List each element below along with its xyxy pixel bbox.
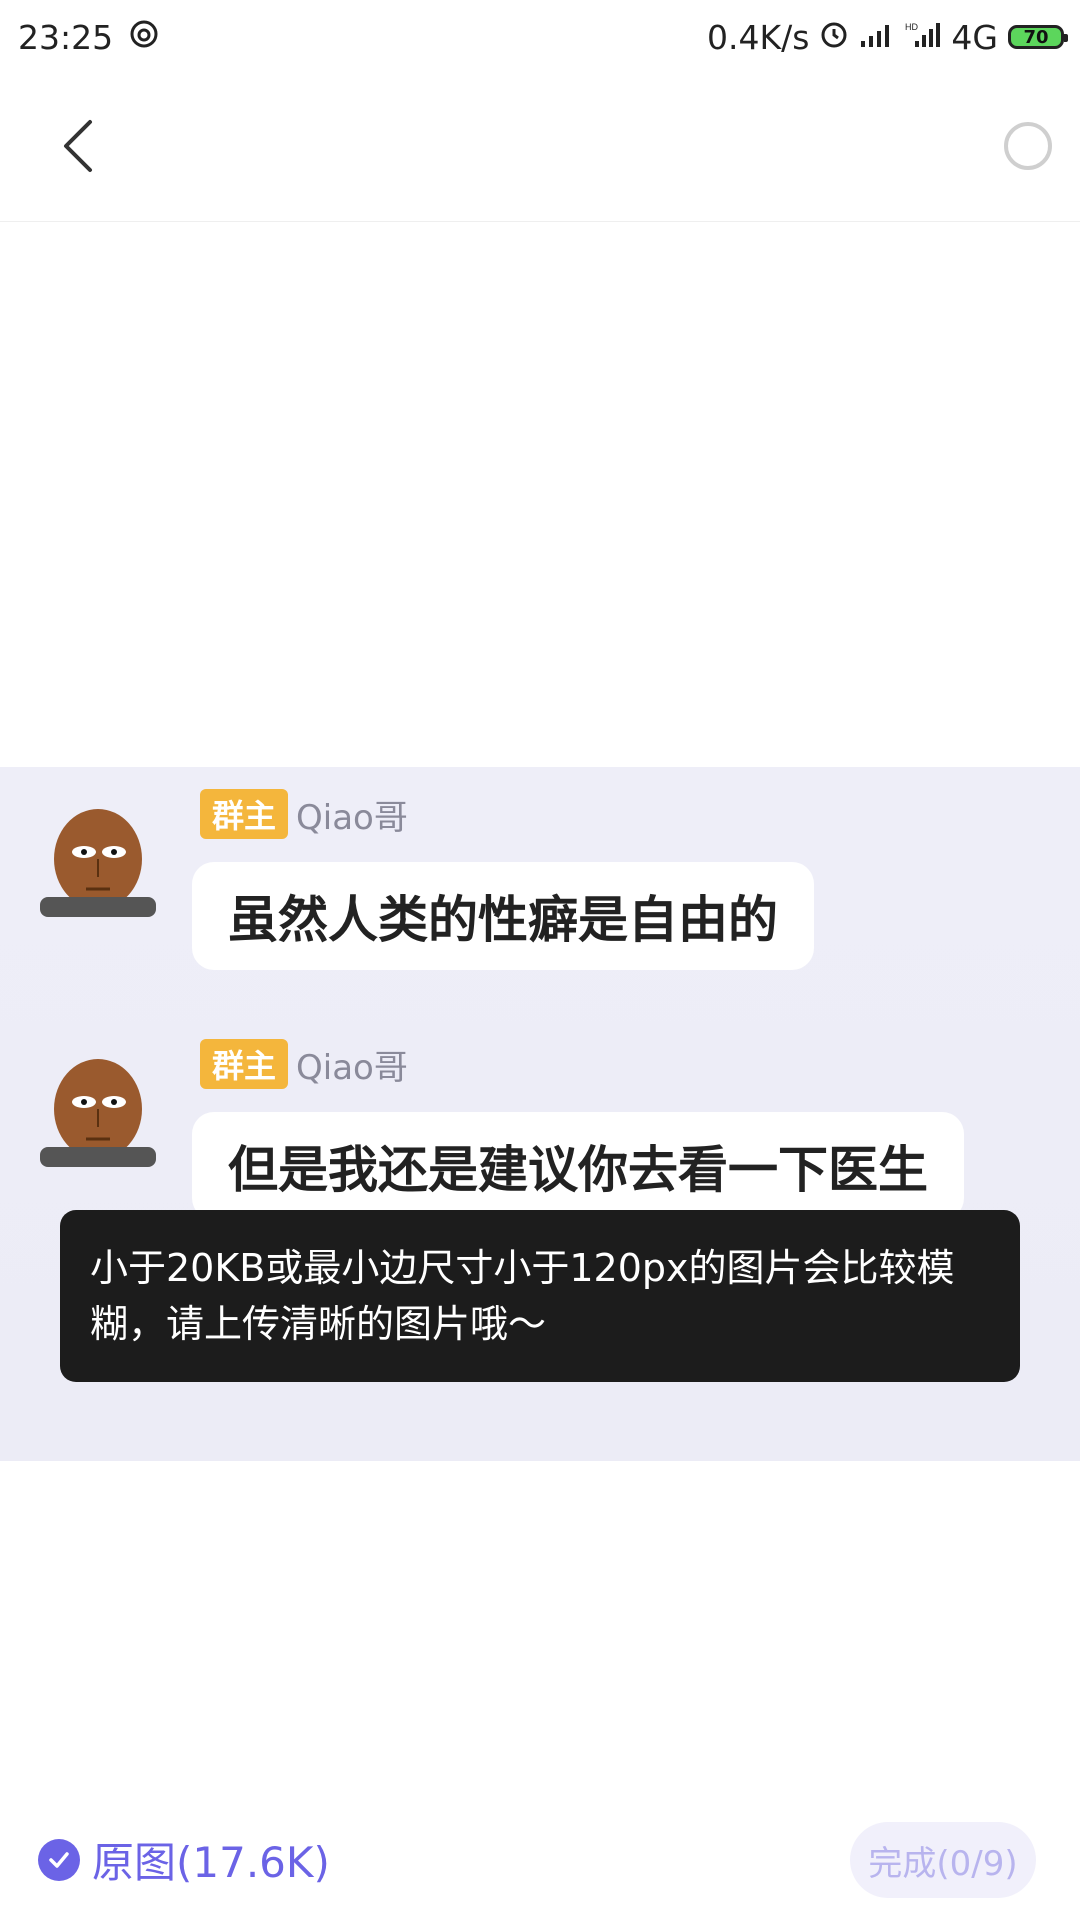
- done-button[interactable]: 完成(0/9): [850, 1822, 1036, 1898]
- select-image-checkbox[interactable]: [1004, 122, 1052, 170]
- net-speed: 0.4K/s: [706, 17, 810, 57]
- back-button[interactable]: [42, 112, 114, 184]
- signal-icon: [859, 18, 895, 57]
- owner-badge: 群主: [200, 1039, 289, 1089]
- bottom-bar: 原图(17.6K) 完成(0/9): [0, 1802, 1080, 1920]
- chevron-left-icon: [58, 116, 98, 180]
- message-bubble: 但是我还是建议你去看一下医生: [192, 1112, 964, 1220]
- battery-icon: 70: [1008, 25, 1068, 49]
- header: [0, 74, 1080, 222]
- chat-message: 群主 Qiao哥 虽然人类的性癖是自由的: [0, 767, 1080, 1017]
- status-left: 23:25: [18, 18, 159, 57]
- sender-name: Qiao哥: [296, 1047, 408, 1088]
- status-bar: 23:25 0.4K/s HD 4G 70: [0, 0, 1080, 74]
- netease-music-icon: [129, 18, 159, 57]
- network-type: 4G: [951, 17, 998, 57]
- status-time: 23:25: [18, 17, 114, 57]
- warning-toast: 小于20KB或最小边尺寸小于120px的图片会比较模糊，请上传清晰的图片哦～: [60, 1210, 1020, 1382]
- original-image-label: 原图(17.6K): [92, 1838, 330, 1887]
- status-right: 0.4K/s HD 4G 70: [706, 17, 1068, 57]
- original-image-toggle[interactable]: 原图(17.6K): [38, 1829, 330, 1890]
- sender-line: 群主 Qiao哥: [200, 789, 408, 839]
- sender-line: 群主 Qiao哥: [200, 1039, 408, 1089]
- avatar: [36, 797, 160, 917]
- owner-badge: 群主: [200, 789, 289, 839]
- svg-text:HD: HD: [905, 22, 918, 32]
- hd-signal-icon: HD: [905, 18, 941, 57]
- image-preview: 群主 Qiao哥 虽然人类的性癖是自由的 群主 Qiao哥 但是我还是建议你去看…: [0, 222, 1080, 1802]
- alarm-icon: [819, 18, 849, 57]
- message-bubble: 虽然人类的性癖是自由的: [192, 862, 814, 970]
- avatar: [36, 1047, 160, 1167]
- sender-name: Qiao哥: [296, 797, 408, 838]
- battery-level: 70: [1023, 26, 1049, 48]
- check-circle-icon: [38, 1838, 80, 1881]
